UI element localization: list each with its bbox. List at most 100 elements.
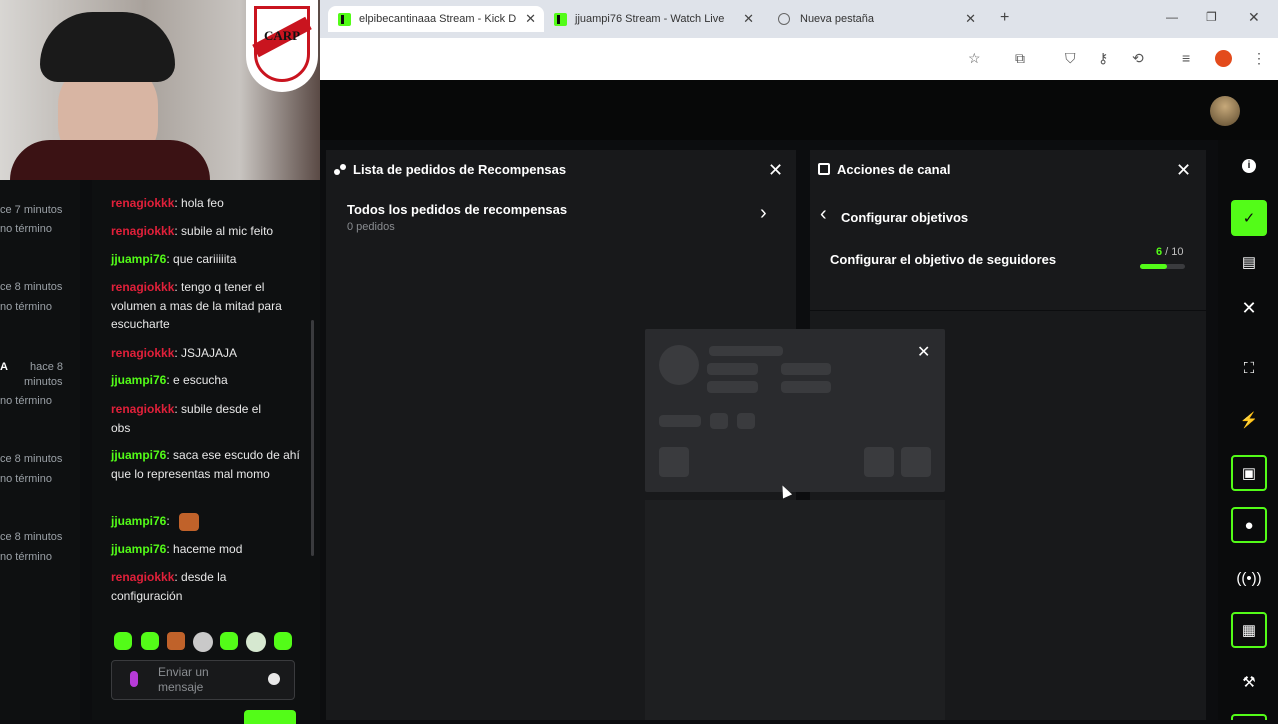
channel-actions-icon (818, 163, 830, 175)
rewards-icon (334, 164, 346, 176)
chevron-left-icon: ‹ (820, 203, 827, 225)
tab-title: Nueva pestaña (800, 13, 874, 25)
skeleton-line (781, 363, 831, 375)
quick-actions-rail: i ✓ ▤ ✕ ⛶ ⚡ ▣ ● ((•)) ▦ ⚒ (1218, 140, 1278, 720)
event-status: no término (0, 223, 52, 235)
key-icon[interactable]: ⚷ (1098, 50, 1108, 67)
microphone-icon[interactable] (130, 671, 138, 687)
event-time: ce 8 minutos (0, 531, 63, 543)
chat-input[interactable]: Enviar un mensaje (111, 660, 295, 700)
close-icon[interactable]: ✕ (917, 344, 930, 362)
rewards-item-title: Todos los pedidos de recompensas (347, 202, 568, 217)
user-avatar[interactable] (1210, 96, 1240, 126)
close-window-button[interactable]: ✕ (1248, 9, 1260, 26)
chat-username: jjuampi76 (111, 448, 167, 462)
skeleton-chip (659, 415, 701, 427)
skeleton-line (707, 381, 758, 393)
emote-icon[interactable] (141, 632, 159, 650)
minimize-button[interactable]: — (1166, 10, 1178, 24)
skeleton-button (864, 447, 894, 477)
emote-icon[interactable] (114, 632, 132, 650)
goal-total: / 10 (1162, 246, 1184, 258)
close-icon[interactable]: ✕ (1231, 290, 1267, 326)
wrench-icon[interactable]: ⚒ (1231, 664, 1267, 700)
events-feed: ce 7 minutos no término ce 8 minutos no … (0, 180, 80, 720)
chat-message: renagiokkk: tengo q tener el volumen a m… (111, 280, 282, 331)
close-tab-icon[interactable]: ✕ (525, 11, 536, 27)
chat-message: jjuampi76: e escucha (111, 373, 228, 387)
chat-username: jjuampi76 (111, 514, 167, 528)
globe-icon (778, 13, 790, 25)
emote-icon (179, 512, 200, 531)
chat-username: jjuampi76 (111, 252, 167, 266)
emote-icon[interactable] (220, 632, 238, 650)
team-badge: CARP (246, 0, 318, 92)
chat-scrollbar[interactable] (311, 320, 314, 556)
profile-avatar[interactable] (1215, 50, 1232, 67)
emote-icon[interactable] (193, 632, 213, 652)
restore-button[interactable]: ❐ (1206, 10, 1217, 24)
layout-icon[interactable]: ▤ (1231, 244, 1267, 280)
emoji-icon[interactable] (268, 673, 280, 685)
back-label: Configurar objetivos (841, 210, 969, 225)
chat-panel: renagiokkk: hola feo renagiokkk: subile … (92, 180, 320, 724)
loading-popup-shadow (645, 500, 945, 720)
badge-text: CARP (263, 28, 301, 43)
extensions-icon[interactable]: ⧉ (1015, 50, 1025, 67)
chat-message: jjuampi76: saca ese escudo de ahí que lo… (111, 448, 300, 481)
checkmark-button[interactable]: ✓ (1231, 200, 1267, 236)
emote-icon[interactable] (246, 632, 266, 652)
emote-icon[interactable] (274, 632, 292, 650)
skeleton-chip (710, 413, 728, 429)
chat-message: jjuampi76: (111, 512, 301, 531)
chat-message: renagiokkk: JSJAJAJA (111, 346, 238, 360)
bookmark-star-icon[interactable]: ☆ (968, 50, 981, 67)
tab-title: elpibecantinaaa Stream - Kick D (359, 13, 517, 25)
incognito-icon[interactable]: ⛉ (1065, 50, 1076, 67)
send-button[interactable] (244, 710, 296, 724)
chat-username: renagiokkk (111, 570, 175, 584)
close-tab-icon[interactable]: ✕ (743, 11, 754, 27)
chat-message: renagiokkk: subile desde el obs (111, 402, 262, 435)
chat-username: jjuampi76 (111, 542, 167, 556)
more-menu-icon[interactable]: ⋮ (1252, 50, 1266, 67)
notes-button[interactable]: ▣ (1231, 455, 1267, 491)
chat-username: jjuampi76 (111, 373, 167, 387)
broadcast-icon[interactable]: ((•)) (1231, 560, 1267, 596)
skeleton-line (709, 346, 783, 356)
chat-username: renagiokkk (111, 224, 175, 238)
history-icon[interactable]: ⟲ (1132, 50, 1144, 67)
browser-tab[interactable]: elpibecantinaaa Stream - Kick D ✕ (328, 6, 544, 32)
goal-progress-bar (1140, 264, 1185, 269)
follower-goal-row[interactable]: Configurar el objetivo de seguidores 6 /… (810, 246, 1206, 276)
close-tab-icon[interactable]: ✕ (965, 11, 976, 27)
media-icon[interactable]: ≡ (1182, 50, 1190, 66)
mod-view-button[interactable]: ▦ (1231, 612, 1267, 648)
chat-username: renagiokkk (111, 346, 175, 360)
focus-icon[interactable]: ⛶ (1231, 350, 1267, 386)
close-icon[interactable]: ✕ (768, 161, 783, 179)
event-status: no término (0, 395, 52, 407)
skeleton-line (781, 381, 831, 393)
event-user: A (0, 361, 8, 373)
chevron-right-icon: › (760, 202, 767, 224)
lightning-icon[interactable]: ⚡ (1231, 402, 1267, 438)
webcam-overlay: CARP (0, 0, 320, 180)
new-tab-button[interactable]: + (1000, 9, 1009, 27)
skeleton-button (659, 447, 689, 477)
chat-message: renagiokkk: subile al mic feito (111, 224, 274, 238)
rewards-list-item[interactable]: Todos los pedidos de recompensas 0 pedid… (326, 194, 796, 238)
browser-tab[interactable]: jjuampi76 Stream - Watch Live ✕ (554, 6, 758, 32)
kick-favicon-icon (554, 12, 567, 26)
info-icon[interactable]: i (1231, 148, 1267, 184)
rewards-item-count: 0 pedidos (347, 221, 395, 233)
browser-tab[interactable]: Nueva pestaña ✕ (778, 6, 978, 32)
close-icon[interactable]: ✕ (1176, 161, 1191, 179)
emote-icon[interactable] (167, 632, 185, 650)
channel-actions-title: Acciones de canal (837, 162, 951, 177)
skeleton-line (707, 363, 758, 375)
rail-button-partial[interactable] (1231, 714, 1267, 720)
event-time: ce 7 minutos (0, 204, 63, 216)
chat-bubble-button[interactable]: ● (1231, 507, 1267, 543)
chat-input-placeholder: Enviar un mensaje (158, 665, 209, 694)
